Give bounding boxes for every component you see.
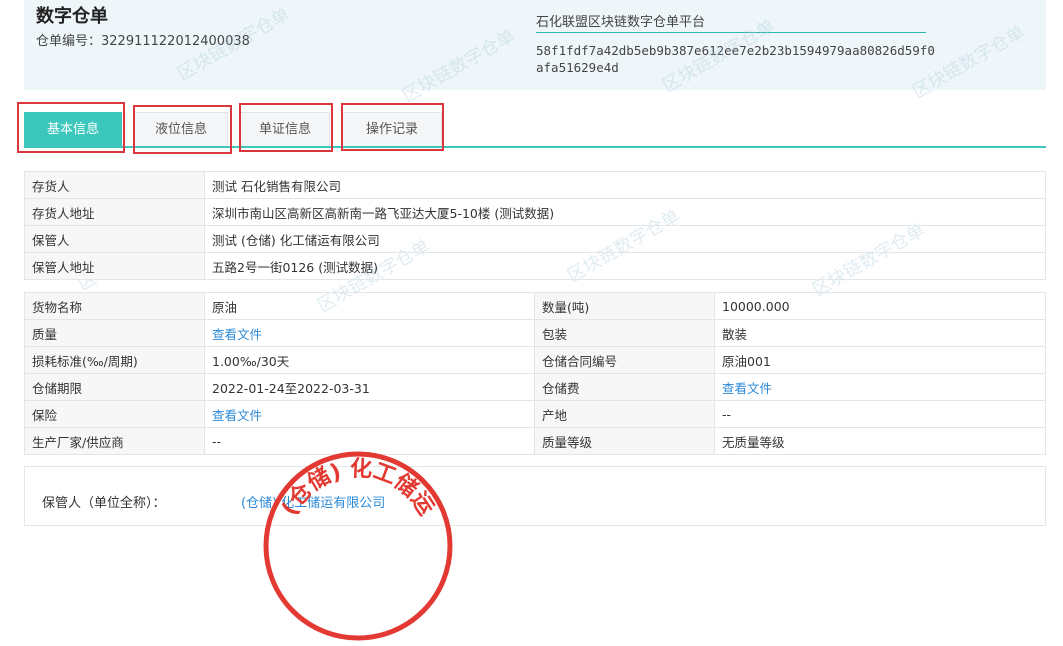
svg-text:(仓储) 化工储运: (仓储) 化工储运 [277, 456, 438, 520]
keeper-full-name-label: 保管人（单位全称）： [42, 496, 166, 511]
loss-standard-value: 1.00‰/30天 [204, 346, 535, 374]
table-row: 保险 查看文件 产地 -- [24, 400, 1046, 428]
quantity-label: 数量(吨) [534, 292, 715, 320]
depositor-address-value: 深圳市南山区高新区高新南一路飞亚达大厦5-10楼 (测试数据) [204, 198, 1046, 226]
quality-view-file-link[interactable]: 查看文件 [204, 319, 535, 347]
depositor-value: 测试 石化销售有限公司 [204, 171, 1046, 199]
table-row: 损耗标准(‰/周期) 1.00‰/30天 仓储合同编号 原油001 [24, 346, 1046, 374]
seal-text: (仓储) 化工储运 [277, 456, 438, 520]
goods-name-label: 货物名称 [24, 292, 205, 320]
tab-level-info[interactable]: 液位信息 [134, 112, 228, 146]
keeper-value: 测试 (仓储) 化工储运有限公司 [204, 225, 1046, 253]
contract-number-value: 原油001 [714, 346, 1046, 374]
insurance-view-file-link[interactable]: 查看文件 [204, 400, 535, 428]
table-row: 生产厂家/供应商 -- 质量等级 无质量等级 [24, 427, 1046, 455]
contract-number-label: 仓储合同编号 [534, 346, 715, 374]
quality-grade-value: 无质量等级 [714, 427, 1046, 455]
table-row: 保管人地址 五路2号一街0126 (测试数据) [24, 252, 1046, 280]
depositor-address-label: 存货人地址 [24, 198, 205, 226]
table-row: 仓储期限 2022-01-24至2022-03-31 仓储费 查看文件 [24, 373, 1046, 401]
manufacturer-label: 生产厂家/供应商 [24, 427, 205, 455]
table-row: 存货人地址 深圳市南山区高新区高新南一路飞亚达大厦5-10楼 (测试数据) [24, 198, 1046, 226]
receipt-number: 仓单编号：322911122012400038 [36, 34, 250, 49]
table-row: 货物名称 原油 数量(吨) 10000.000 [24, 292, 1046, 320]
goods-info-table: 货物名称 原油 数量(吨) 10000.000 质量 查看文件 包装 散装 损耗… [24, 292, 1046, 455]
quality-label: 质量 [24, 319, 205, 347]
page-title: 数字仓单 [36, 6, 108, 27]
blockchain-hash: 58f1fdf7a42db5eb9b387e612ee7e2b23b159497… [536, 43, 935, 75]
signature-section [24, 466, 1046, 526]
goods-name-value: 原油 [204, 292, 535, 320]
origin-value: -- [714, 400, 1046, 428]
tab-operation-log[interactable]: 操作记录 [342, 112, 442, 146]
table-row: 质量 查看文件 包装 散装 [24, 319, 1046, 347]
table-row: 保管人 测试 (仓储) 化工储运有限公司 [24, 225, 1046, 253]
keeper-label: 保管人 [24, 225, 205, 253]
storage-fee-label: 仓储费 [534, 373, 715, 401]
tab-document-info[interactable]: 单证信息 [240, 112, 330, 146]
quality-grade-label: 质量等级 [534, 427, 715, 455]
depositor-label: 存货人 [24, 171, 205, 199]
keeper-address-label: 保管人地址 [24, 252, 205, 280]
company-seal-icon: (仓储) 化工储运 [263, 451, 453, 641]
party-info-table: 存货人 测试 石化销售有限公司 存货人地址 深圳市南山区高新区高新南一路飞亚达大… [24, 171, 1046, 280]
origin-label: 产地 [534, 400, 715, 428]
tab-basic-info[interactable]: 基本信息 [24, 112, 122, 146]
loss-standard-label: 损耗标准(‰/周期) [24, 346, 205, 374]
storage-fee-view-file-link[interactable]: 查看文件 [714, 373, 1046, 401]
storage-period-value: 2022-01-24至2022-03-31 [204, 373, 535, 401]
table-row: 存货人 测试 石化销售有限公司 [24, 171, 1046, 199]
keeper-address-value: 五路2号一街0126 (测试数据) [204, 252, 1046, 280]
storage-period-label: 仓储期限 [24, 373, 205, 401]
insurance-label: 保险 [24, 400, 205, 428]
platform-name: 石化联盟区块链数字仓单平台 [536, 11, 926, 33]
quantity-value: 10000.000 [714, 292, 1046, 320]
packaging-value: 散装 [714, 319, 1046, 347]
packaging-label: 包装 [534, 319, 715, 347]
